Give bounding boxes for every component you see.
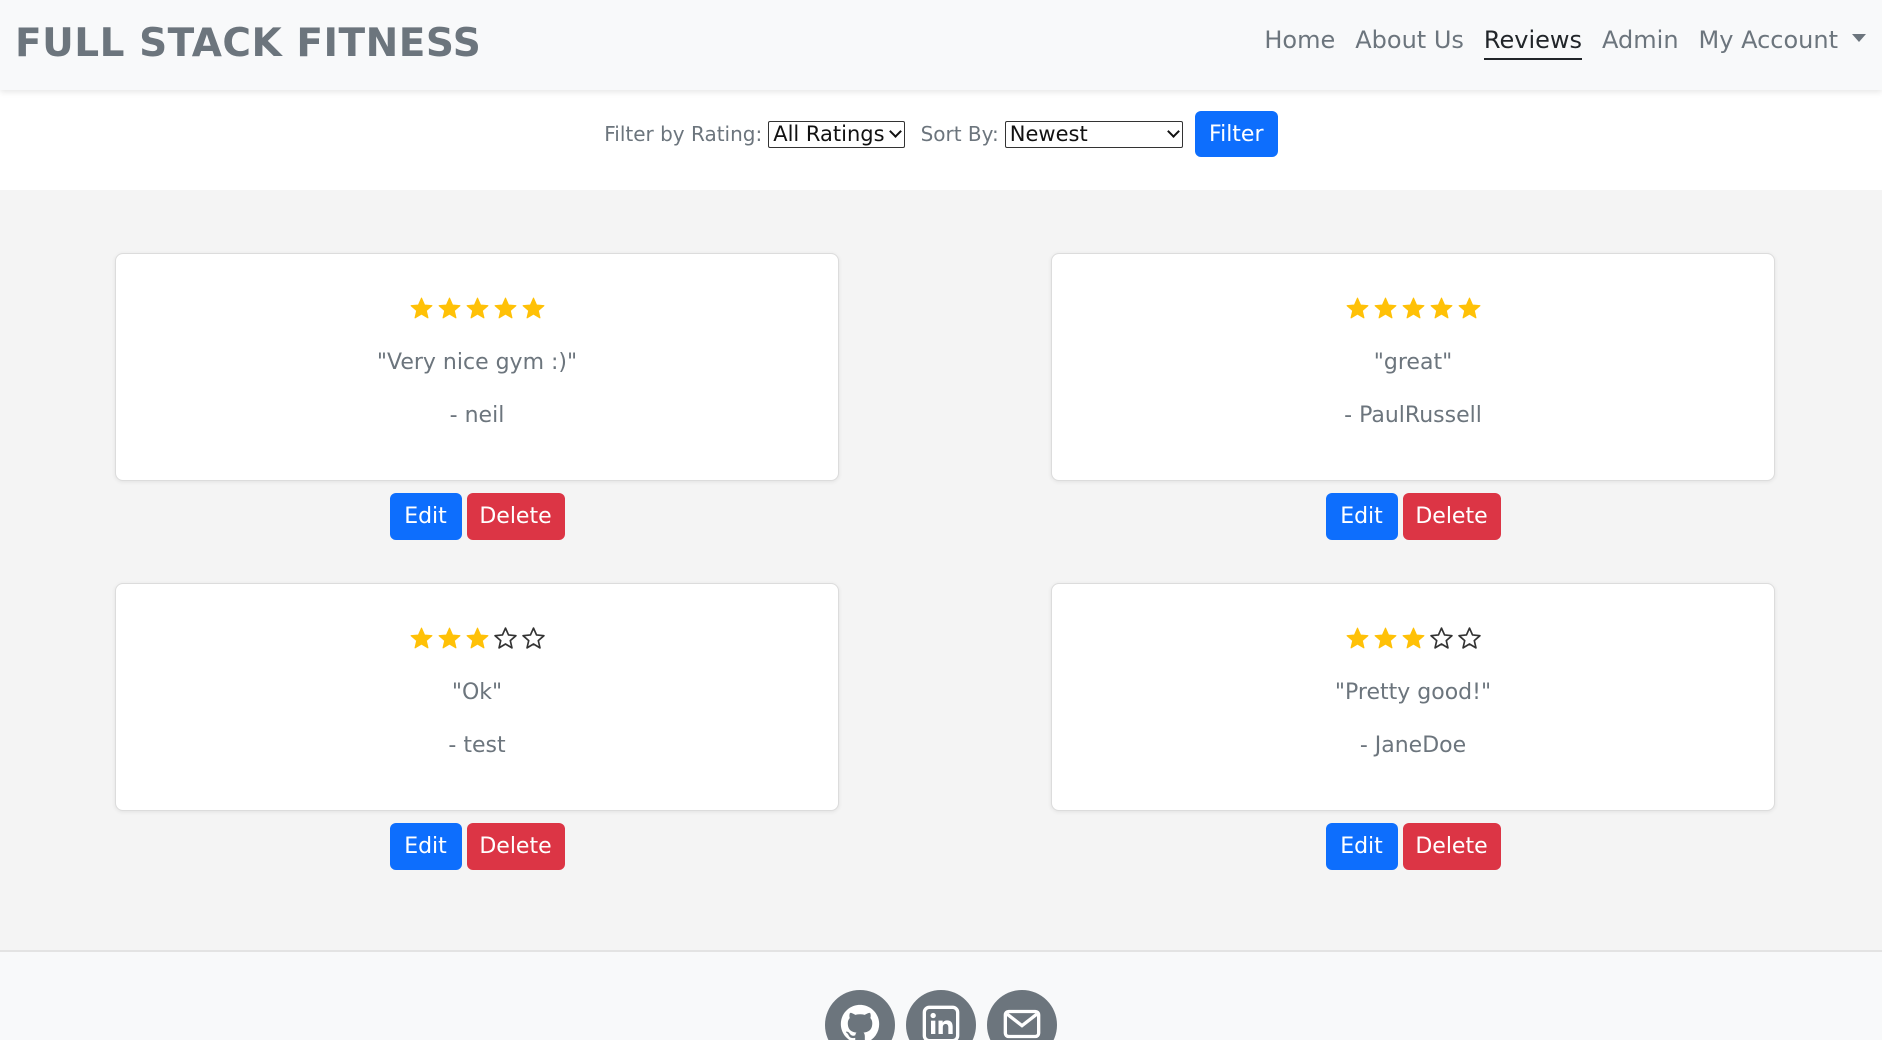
github-link[interactable] xyxy=(825,990,895,1040)
star-rating xyxy=(116,626,838,654)
star-filled-icon xyxy=(438,627,460,649)
review-item: "Very nice gym :)" - neil Edit Delete xyxy=(115,253,839,540)
edit-button[interactable]: Edit xyxy=(1325,493,1398,540)
top-navbar: FULL STACK FITNESS Home About Us Reviews… xyxy=(0,0,1882,90)
star-filled-icon xyxy=(438,297,460,319)
nav-link-my-account-dropdown[interactable]: My Account xyxy=(1699,26,1866,60)
review-item: "great" - PaulRussell Edit Delete xyxy=(1051,253,1775,540)
review-author: - neil xyxy=(449,403,505,428)
review-card: "Pretty good!" - JaneDoe xyxy=(1051,583,1775,811)
review-actions: Edit Delete xyxy=(115,823,839,870)
nav-links: Home About Us Reviews Admin My Account xyxy=(1264,0,1866,86)
linkedin-icon xyxy=(922,1005,960,1040)
my-account-label: My Account xyxy=(1698,26,1838,54)
email-icon xyxy=(1003,1009,1041,1039)
sort-select[interactable]: Newest xyxy=(1004,120,1183,148)
rating-filter-value: All Ratings xyxy=(773,122,885,146)
social-links xyxy=(0,990,1882,1040)
sort-label: Sort By: xyxy=(920,122,999,146)
star-filled-icon xyxy=(1374,627,1396,649)
linkedin-link[interactable] xyxy=(906,990,976,1040)
star-filled-icon xyxy=(466,627,488,649)
review-author: - JaneDoe xyxy=(1359,733,1467,758)
review-filter-bar: Filter by Rating: All Ratings Sort By: N… xyxy=(0,90,1882,190)
nav-link-admin[interactable]: Admin xyxy=(1602,26,1679,60)
star-filled-icon xyxy=(522,297,544,319)
review-item: "Pretty good!" - JaneDoe Edit Delete xyxy=(1051,583,1775,870)
star-filled-icon xyxy=(410,627,432,649)
star-filled-icon xyxy=(1402,297,1424,319)
star-filled-icon xyxy=(1374,297,1396,319)
site-footer xyxy=(0,950,1882,1040)
review-comment: "Ok" xyxy=(451,680,503,705)
star-filled-icon xyxy=(1402,627,1424,649)
review-actions: Edit Delete xyxy=(1051,823,1775,870)
filter-button[interactable]: Filter xyxy=(1194,111,1278,157)
edit-button[interactable]: Edit xyxy=(389,493,462,540)
nav-link-about-us[interactable]: About Us xyxy=(1355,26,1464,60)
star-rating xyxy=(1052,296,1774,324)
star-filled-icon xyxy=(1430,297,1452,319)
star-filled-icon xyxy=(1458,297,1480,319)
sort-value: Newest xyxy=(1009,122,1088,146)
edit-button[interactable]: Edit xyxy=(389,823,462,870)
nav-link-home[interactable]: Home xyxy=(1264,26,1335,60)
star-rating xyxy=(116,296,838,324)
review-author: - test xyxy=(448,733,506,758)
delete-button[interactable]: Delete xyxy=(466,493,565,540)
star-empty-icon xyxy=(493,627,517,649)
star-filled-icon xyxy=(494,297,516,319)
star-empty-icon xyxy=(521,627,545,649)
review-comment: "Pretty good!" xyxy=(1334,680,1492,705)
nav-link-reviews[interactable]: Reviews xyxy=(1483,26,1583,60)
caret-down-icon xyxy=(1852,34,1866,42)
review-actions: Edit Delete xyxy=(115,493,839,540)
email-link[interactable] xyxy=(987,990,1057,1040)
brand-logo-text[interactable]: FULL STACK FITNESS xyxy=(15,0,481,86)
review-comment: "Very nice gym :)" xyxy=(376,350,578,375)
star-filled-icon xyxy=(410,297,432,319)
review-card: "Ok" - test xyxy=(115,583,839,811)
star-filled-icon xyxy=(1346,297,1368,319)
star-rating xyxy=(1052,626,1774,654)
github-icon xyxy=(840,1004,880,1040)
star-filled-icon xyxy=(466,297,488,319)
review-comment: "great" xyxy=(1373,350,1453,375)
rating-filter-label: Filter by Rating: xyxy=(604,122,763,146)
rating-filter-select[interactable]: All Ratings xyxy=(768,120,905,148)
edit-button[interactable]: Edit xyxy=(1325,823,1398,870)
delete-button[interactable]: Delete xyxy=(466,823,565,870)
review-card: "Very nice gym :)" - neil xyxy=(115,253,839,481)
star-filled-icon xyxy=(1346,627,1368,649)
delete-button[interactable]: Delete xyxy=(1402,493,1501,540)
review-actions: Edit Delete xyxy=(1051,493,1775,540)
chevron-down-icon xyxy=(888,124,902,138)
chevron-down-icon xyxy=(1166,124,1180,138)
star-empty-icon xyxy=(1457,627,1481,649)
review-card: "great" - PaulRussell xyxy=(1051,253,1775,481)
review-author: - PaulRussell xyxy=(1344,403,1482,428)
delete-button[interactable]: Delete xyxy=(1402,823,1501,870)
review-item: "Ok" - test Edit Delete xyxy=(115,583,839,870)
star-empty-icon xyxy=(1429,627,1453,649)
